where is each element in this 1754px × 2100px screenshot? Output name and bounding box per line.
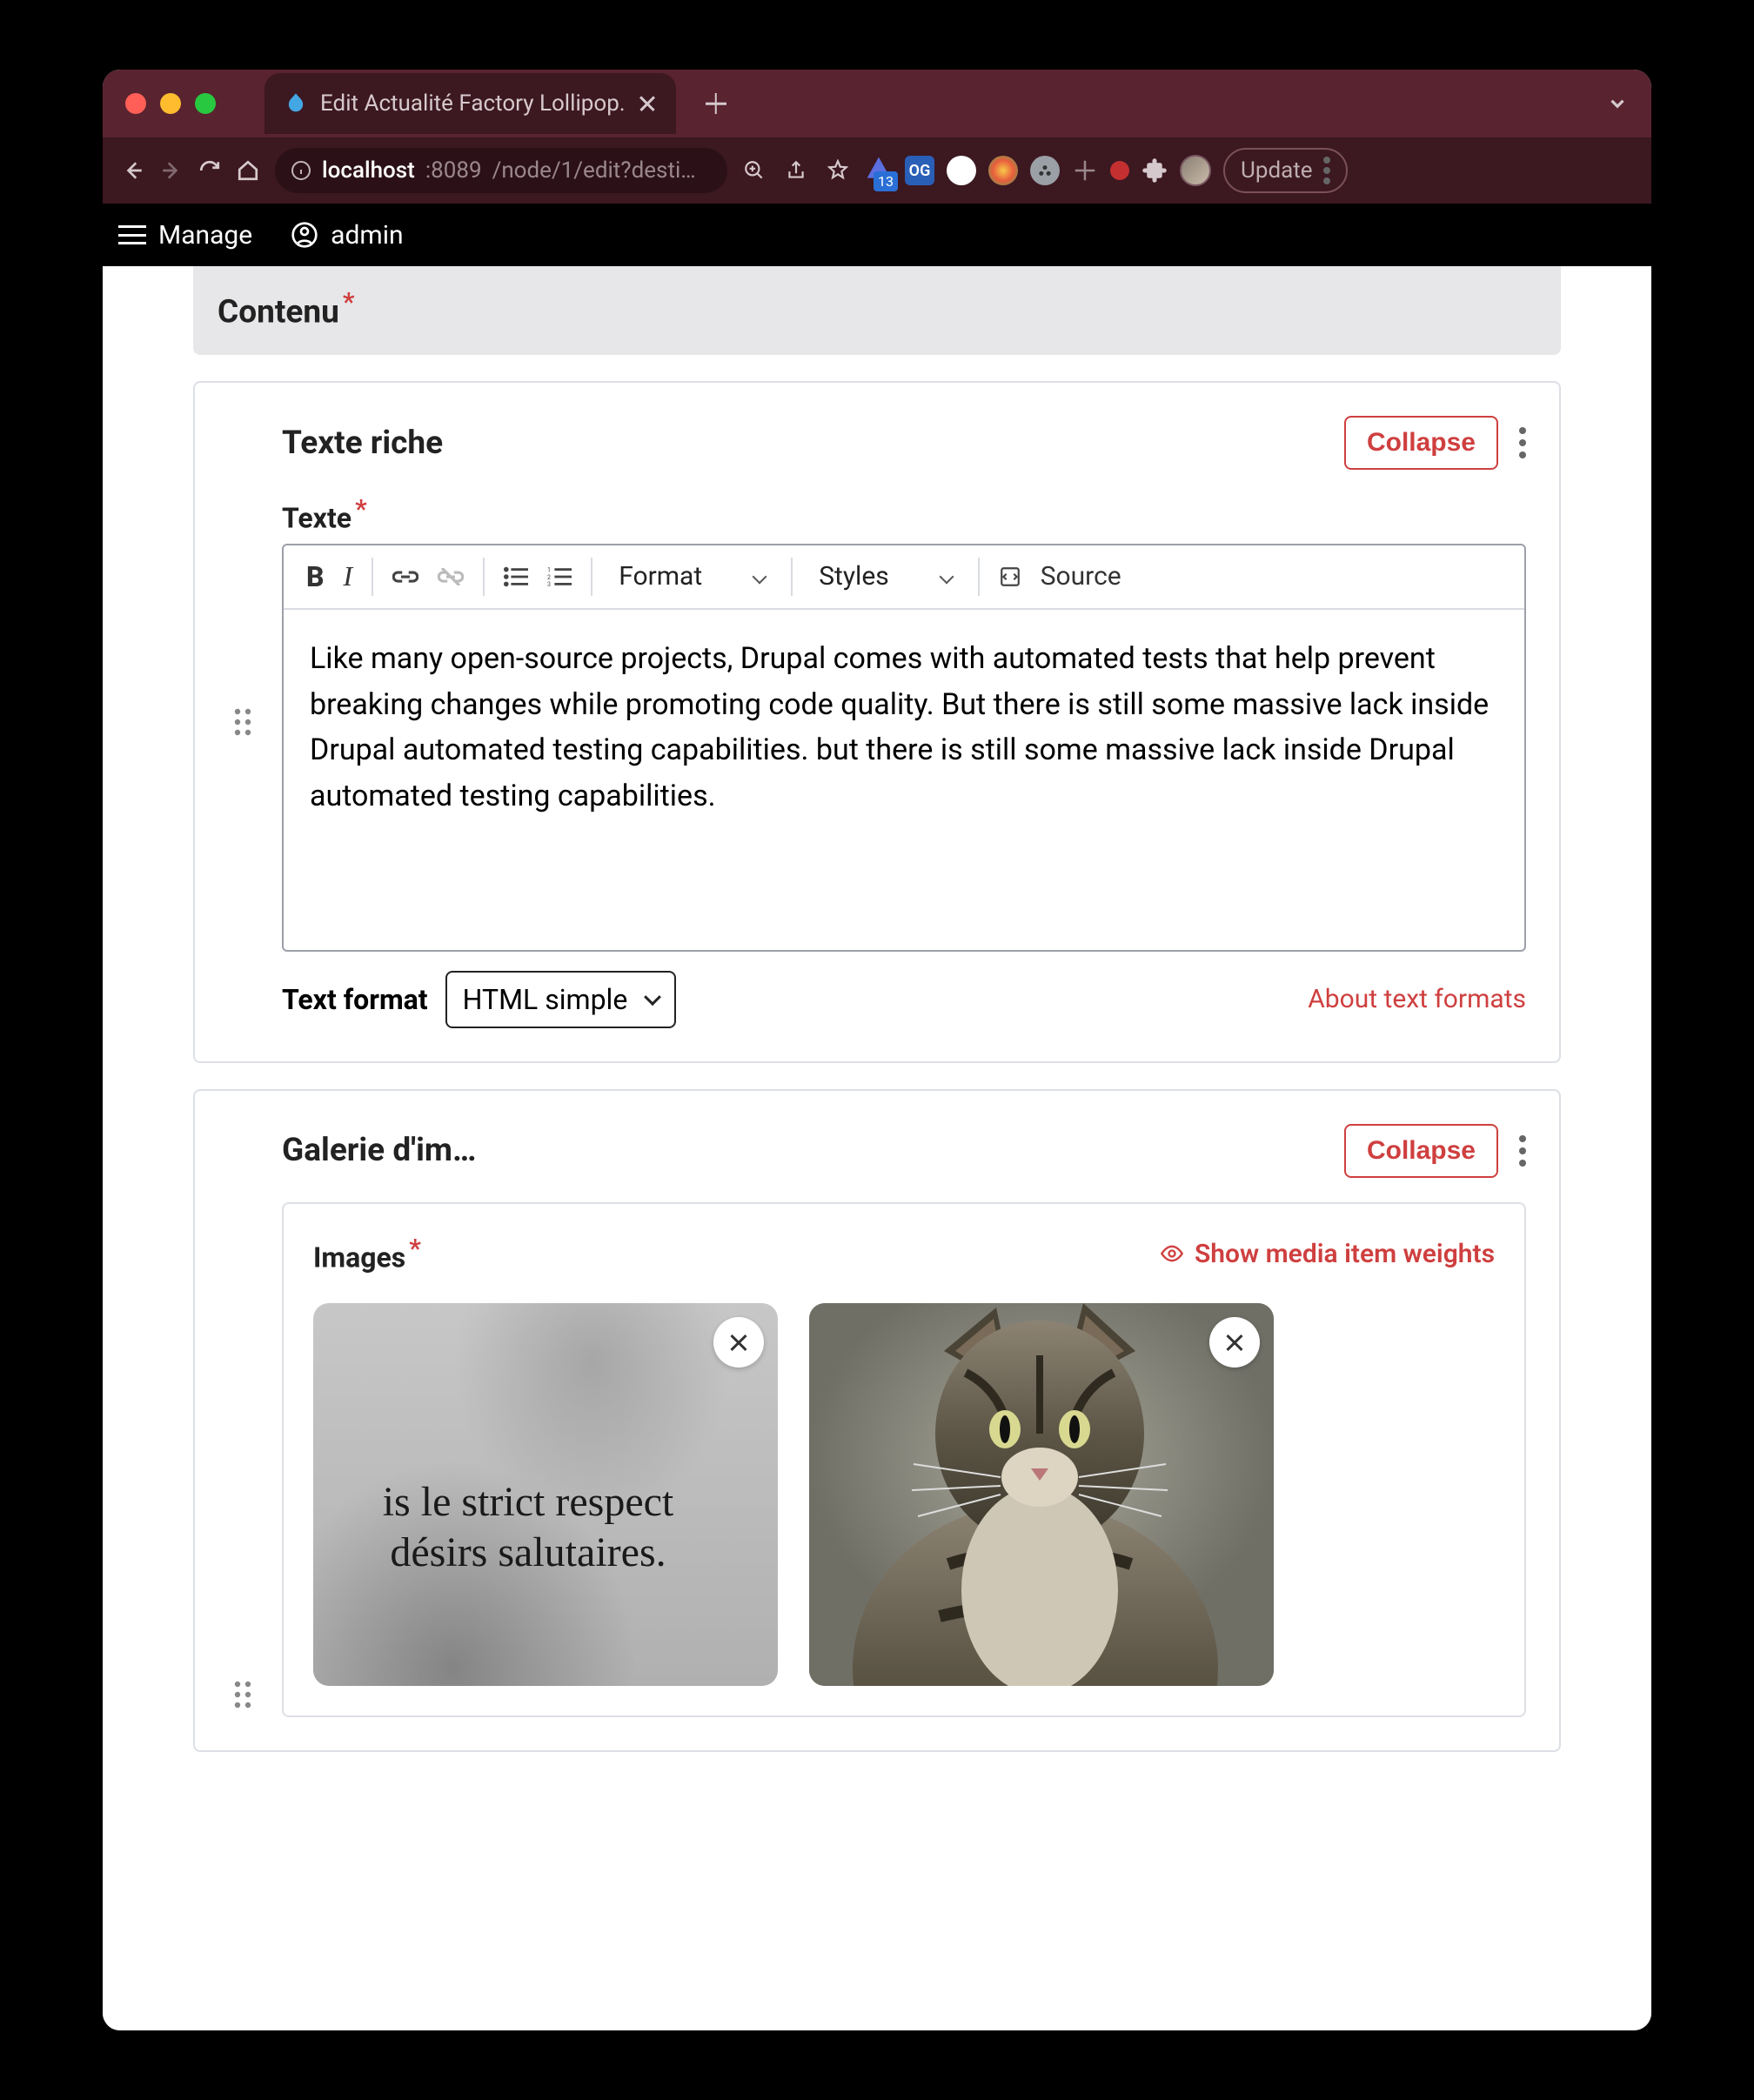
extension-gray[interactable] <box>1030 156 1060 185</box>
minimize-window-button[interactable] <box>160 93 181 114</box>
remove-media-button[interactable] <box>1209 1317 1260 1368</box>
address-port: :8089 <box>425 157 482 184</box>
cat-image <box>809 1303 1274 1686</box>
reload-button[interactable] <box>198 159 221 182</box>
contenu-header: Contenu* <box>193 266 1561 355</box>
address-host: localhost <box>322 157 415 184</box>
manage-label: Manage <box>158 220 252 251</box>
user-icon <box>291 221 318 249</box>
info-icon <box>291 160 311 181</box>
extension-colorful[interactable] <box>988 156 1018 185</box>
user-menu[interactable]: admin <box>291 220 403 251</box>
drupal-icon <box>284 91 308 116</box>
text-block-card: Texte riche Collapse Texte* B <box>193 381 1561 1062</box>
unlink-button[interactable] <box>438 568 464 585</box>
browser-toolbar: localhost :8089/node/1/edit?desti… 13 OG … <box>103 137 1651 204</box>
share-icon[interactable] <box>785 159 807 182</box>
extension-other[interactable] <box>1072 157 1098 184</box>
extensions-puzzle-icon[interactable] <box>1141 157 1168 184</box>
format-dropdown[interactable]: Format <box>612 561 772 592</box>
about-text-formats-link[interactable]: About text formats <box>1308 984 1526 1014</box>
editor-toolbar: B I 123 <box>284 545 1524 610</box>
update-button[interactable]: Update <box>1223 148 1348 193</box>
collapse-button[interactable]: Collapse <box>1344 1124 1498 1178</box>
gallery-menu[interactable] <box>1519 1135 1526 1167</box>
close-tab-icon[interactable] <box>638 94 657 113</box>
editor-textarea[interactable]: Like many open-source projects, Drupal c… <box>284 610 1524 950</box>
drag-handle[interactable] <box>228 416 258 1027</box>
page-content: Contenu* Texte riche Collapse <box>103 266 1651 2030</box>
text-block-menu[interactable] <box>1519 427 1526 458</box>
svg-text:3: 3 <box>547 581 551 587</box>
tab-title: Edit Actualité Factory Lollipop. <box>320 90 626 117</box>
maximize-window-button[interactable] <box>195 93 216 114</box>
extension-white[interactable] <box>947 156 976 185</box>
eye-icon <box>1160 1241 1184 1266</box>
admin-username: admin <box>331 220 403 251</box>
new-tab-button[interactable] <box>704 91 728 116</box>
numbered-list-button[interactable]: 123 <box>547 566 572 587</box>
tabs-chevron-icon[interactable] <box>1606 92 1629 115</box>
bold-button[interactable]: B <box>306 560 325 593</box>
extension-badge: 13 <box>874 171 898 191</box>
remove-media-button[interactable] <box>713 1317 764 1368</box>
styles-dropdown[interactable]: Styles <box>812 561 959 592</box>
bullet-list-button[interactable] <box>504 566 528 587</box>
text-block-title: Texte riche <box>282 425 443 462</box>
required-asterisk: * <box>343 287 355 318</box>
drag-handle[interactable] <box>228 1124 258 1718</box>
profile-avatar[interactable] <box>1180 155 1211 186</box>
forward-button[interactable] <box>160 159 183 182</box>
chevron-down-icon <box>644 988 661 1006</box>
svg-text:2: 2 <box>547 574 551 581</box>
traffic-lights <box>125 93 216 114</box>
home-button[interactable] <box>237 159 259 182</box>
zoom-icon[interactable] <box>743 159 766 182</box>
images-field: Images* Show media item weights <box>282 1202 1526 1718</box>
hamburger-icon <box>118 225 146 244</box>
extensions: 13 OG Update <box>865 148 1348 193</box>
admin-toolbar: Manage admin <box>103 204 1651 266</box>
browser-window: Edit Actualité Factory Lollipop. localho… <box>103 70 1651 2030</box>
media-thumbnail[interactable]: is le strict respect désirs salutaires. <box>313 1303 778 1686</box>
link-button[interactable] <box>392 568 418 585</box>
close-window-button[interactable] <box>125 93 146 114</box>
update-label: Update <box>1241 157 1313 184</box>
thumbnail-text: is le strict respect désirs salutaires. <box>313 1477 760 1577</box>
bookmark-star-icon[interactable] <box>827 159 849 182</box>
browser-tab[interactable]: Edit Actualité Factory Lollipop. <box>264 73 676 134</box>
gallery-card: Galerie d'im… Collapse Images* <box>193 1089 1561 1753</box>
extension-blue[interactable]: 13 <box>865 155 893 186</box>
contenu-label: Contenu <box>218 293 339 331</box>
text-format-label: Text format <box>282 983 428 1016</box>
texte-label: Texte* <box>282 494 1526 535</box>
back-button[interactable] <box>122 159 144 182</box>
manage-menu[interactable]: Manage <box>118 220 252 251</box>
extension-red[interactable] <box>1110 161 1129 180</box>
source-button[interactable]: Source <box>999 561 1121 592</box>
italic-button[interactable]: I <box>344 560 353 592</box>
address-bar[interactable]: localhost :8089/node/1/edit?desti… <box>275 148 727 193</box>
titlebar: Edit Actualité Factory Lollipop. <box>103 70 1651 137</box>
collapse-button[interactable]: Collapse <box>1344 416 1498 470</box>
rich-text-editor: B I 123 <box>282 544 1526 952</box>
svg-text:1: 1 <box>547 566 551 573</box>
address-path: /node/1/edit?desti… <box>492 157 696 184</box>
show-weights-link[interactable]: Show media item weights <box>1160 1239 1495 1269</box>
extension-og[interactable]: OG <box>905 156 934 185</box>
gallery-title: Galerie d'im… <box>282 1132 476 1169</box>
text-format-select[interactable]: HTML simple <box>445 971 677 1028</box>
update-menu-icon <box>1323 157 1330 184</box>
images-label: Images* <box>313 1234 421 1274</box>
media-thumbnail[interactable] <box>809 1303 1274 1686</box>
